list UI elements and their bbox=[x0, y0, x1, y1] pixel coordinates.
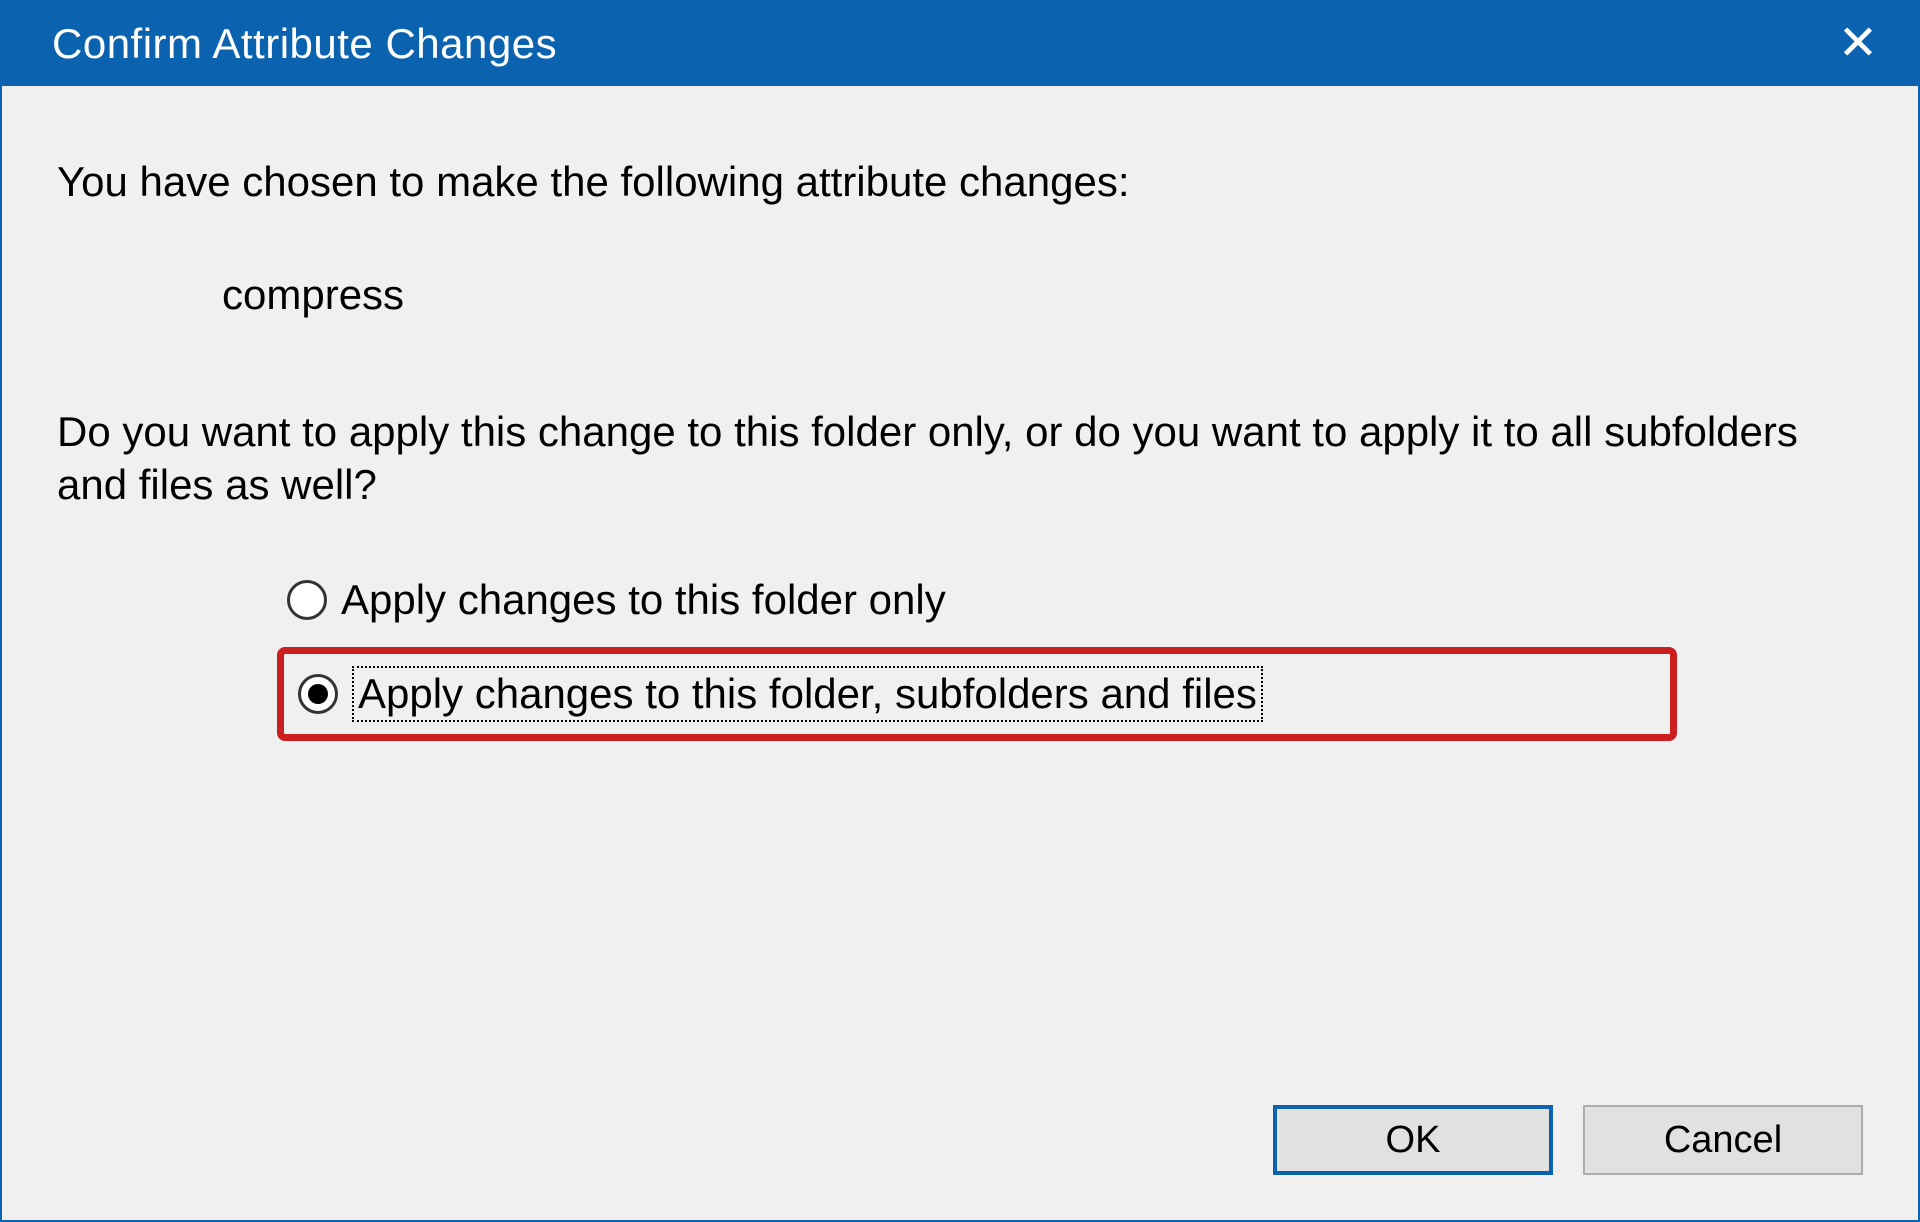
radio-option-subfolders-files[interactable]: Apply changes to this folder, subfolders… bbox=[277, 647, 1677, 742]
confirm-attribute-changes-dialog: Confirm Attribute Changes ✕ You have cho… bbox=[0, 0, 1920, 1222]
radio-icon bbox=[298, 674, 338, 714]
question-text: Do you want to apply this change to this… bbox=[57, 406, 1863, 511]
radio-icon bbox=[287, 580, 327, 620]
radio-label-subfolders-files: Apply changes to this folder, subfolders… bbox=[352, 666, 1263, 723]
titlebar: Confirm Attribute Changes ✕ bbox=[2, 2, 1918, 86]
dialog-content: You have chosen to make the following at… bbox=[2, 86, 1918, 1220]
cancel-button[interactable]: Cancel bbox=[1583, 1105, 1863, 1175]
close-icon[interactable]: ✕ bbox=[1828, 20, 1888, 68]
intro-text: You have chosen to make the following at… bbox=[57, 156, 1863, 209]
ok-button[interactable]: OK bbox=[1273, 1105, 1553, 1175]
radio-option-folder-only[interactable]: Apply changes to this folder only bbox=[277, 566, 1863, 635]
radio-label-folder-only: Apply changes to this folder only bbox=[341, 574, 946, 627]
dialog-title: Confirm Attribute Changes bbox=[52, 20, 557, 68]
attribute-item: compress bbox=[222, 269, 1863, 322]
button-bar: OK Cancel bbox=[1273, 1105, 1863, 1175]
radio-selected-dot-icon bbox=[308, 684, 328, 704]
radio-group: Apply changes to this folder only Apply … bbox=[277, 566, 1863, 741]
